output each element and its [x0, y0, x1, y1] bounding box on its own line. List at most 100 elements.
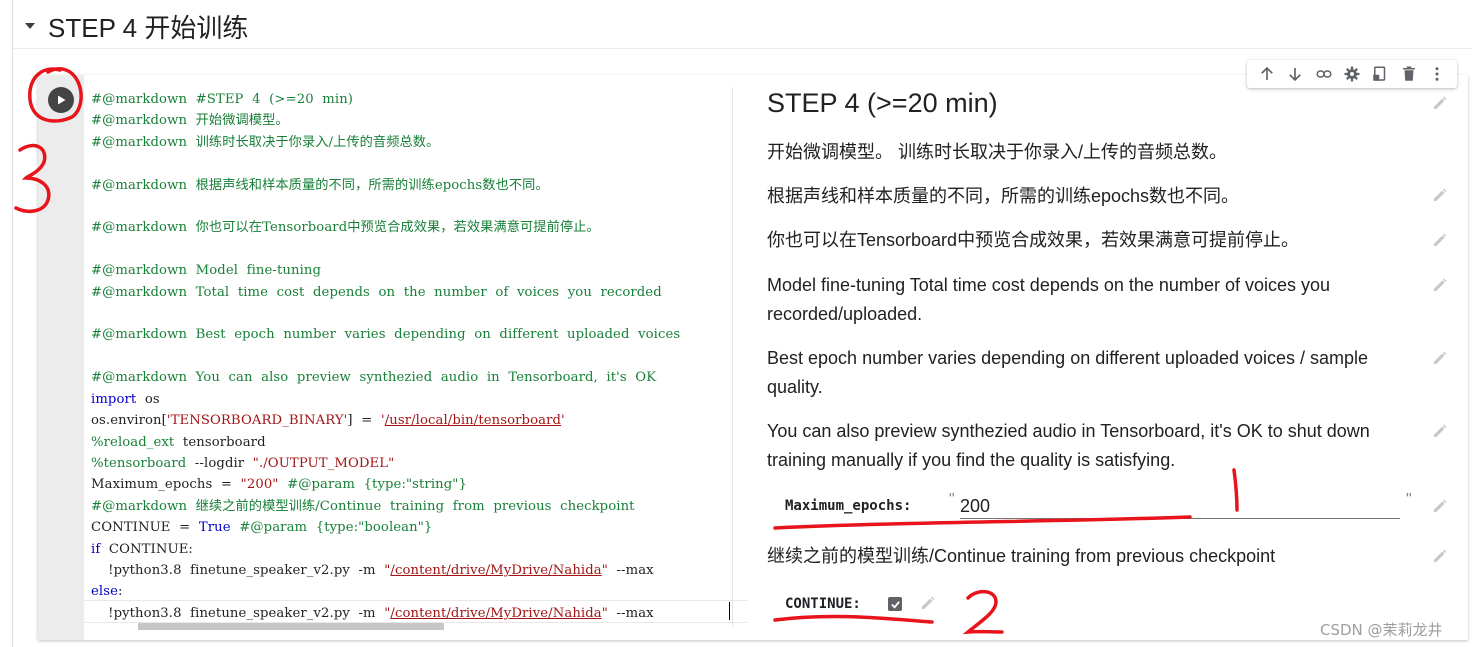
code-token: #@markdown 训练时长取决于你录入/上传的音频总数。	[91, 134, 440, 150]
code-line: %reload_ext tensorboard	[91, 432, 680, 453]
code-line: #@markdown 训练时长取决于你录入/上传的音频总数。	[91, 132, 680, 153]
code-token: #@markdown 你也可以在Tensorboard中预览合成效果，若效果满意…	[91, 220, 600, 236]
code-token: #@markdown Model fine-tuning	[91, 263, 322, 279]
code-line: #@markdown Model fine-tuning	[91, 260, 680, 281]
mirror-cell-icon	[1373, 66, 1386, 81]
text-cursor	[729, 602, 730, 620]
edit-button[interactable]	[1429, 274, 1451, 296]
code-token: else	[91, 584, 118, 600]
more-actions-button[interactable]	[1426, 63, 1448, 85]
continue-checkbox[interactable]	[888, 597, 902, 611]
code-token: !python3.8 finetune_speaker_v2.py -m	[91, 562, 385, 578]
code-token: os.environ[	[91, 413, 167, 429]
edit-button[interactable]	[917, 592, 939, 614]
watermark: CSDN @茉莉龙井	[1320, 621, 1443, 639]
code-line: import os	[91, 389, 680, 410]
trash-icon	[1402, 66, 1415, 81]
delete-cell-button[interactable]	[1398, 63, 1420, 85]
code-token: tensorboard	[174, 434, 266, 450]
code-line: !python3.8 finetune_speaker_v2.py -m "/c…	[91, 603, 680, 624]
editor-form-divider[interactable]	[732, 87, 733, 627]
settings-button[interactable]	[1341, 63, 1363, 85]
code-token: 'TENSORBOARD_BINARY'	[166, 413, 348, 429]
play-icon	[58, 95, 66, 105]
form-title: STEP 4 (>=20 min)	[767, 88, 998, 118]
max-epochs-input[interactable]	[960, 494, 1400, 519]
cell-gutter	[38, 75, 84, 640]
edit-button[interactable]	[1429, 495, 1451, 517]
form-pane: STEP 4 (>=20 min) 开始微调模型。 训练时长取决于你录入/上传的…	[767, 0, 1457, 647]
code-line: %tensorboard --logdir "./OUTPUT_MODEL"	[91, 453, 680, 474]
arrow-down-icon	[1289, 68, 1302, 82]
form-paragraph: Best epoch number varies depending on di…	[767, 348, 1369, 397]
section-header: STEP 4 开始训练	[20, 8, 248, 44]
code-token: #@param {type:"boolean"}	[230, 520, 433, 536]
code-line: #@markdown Total time cost depends on th…	[91, 282, 680, 303]
pencil-icon	[1434, 549, 1447, 562]
code-line: if CONTINUE:	[91, 539, 680, 560]
code-token: #@markdown Total time cost depends on th…	[91, 284, 662, 300]
code-text: #@markdown #STEP 4 (>=20 min) #@markdown …	[91, 89, 680, 624]
code-token: /usr/local/bin/tensorboard	[384, 413, 562, 429]
code-token: --max	[607, 562, 654, 578]
max-epochs-label: Maximum_epochs:	[785, 498, 912, 514]
code-token: #@markdown Best epoch number varies depe…	[91, 327, 681, 343]
code-token: CONTINUE =	[91, 520, 199, 536]
code-line: #@markdown 根据声线和样本质量的不同，所需的训练epochs数也不同。	[91, 175, 680, 196]
code-line: CONTINUE = True #@param {type:"boolean"}	[91, 517, 680, 538]
form-paragraph: 你也可以在Tensorboard中预览合成效果，若效果满意可提前停止。	[767, 230, 1300, 250]
code-token: :	[118, 584, 123, 600]
code-line: #@markdown 你也可以在Tensorboard中预览合成效果，若效果满意…	[91, 217, 680, 238]
edit-button[interactable]	[1429, 420, 1451, 442]
arrow-up-icon	[1261, 66, 1273, 80]
quote-close: "	[1406, 491, 1412, 508]
code-line: os.environ['TENSORBOARD_BINARY'] = '/usr…	[91, 410, 680, 431]
code-token: /content/drive/MyDrive/Nahida	[390, 605, 602, 621]
code-line: #@markdown Best epoch number varies depe…	[91, 324, 680, 345]
pencil-icon	[1434, 499, 1447, 512]
code-line: #@markdown You can also preview synthezi…	[91, 367, 680, 388]
edit-button[interactable]	[1429, 92, 1451, 114]
edit-button[interactable]	[1429, 184, 1451, 206]
quote-open: "	[949, 491, 955, 508]
move-down-button[interactable]	[1284, 63, 1306, 85]
code-token: %reload_ext	[91, 434, 175, 450]
code-line: #@markdown 开始微调模型。	[91, 110, 680, 131]
code-token: import	[91, 391, 137, 407]
code-token: /content/drive/MyDrive/Nahida	[390, 562, 602, 578]
code-token: ] =	[347, 413, 381, 429]
code-token: Maximum_epochs =	[91, 477, 241, 493]
code-token: !python3.8 finetune_speaker_v2.py -m	[91, 605, 385, 621]
form-paragraph: Model fine-tuning Total time cost depend…	[767, 275, 1331, 324]
collapse-toggle[interactable]	[20, 16, 40, 36]
edit-button[interactable]	[1429, 229, 1451, 251]
code-token: #@param {type:"string"}	[278, 477, 467, 493]
link-icon	[1316, 70, 1332, 78]
code-token: --logdir	[186, 455, 253, 471]
code-line: !python3.8 finetune_speaker_v2.py -m "/c…	[91, 560, 680, 581]
pencil-icon	[1434, 96, 1447, 109]
code-editor[interactable]: #@markdown #STEP 4 (>=20 min) #@markdown …	[84, 75, 748, 640]
code-token: os	[136, 391, 160, 407]
pencil-icon	[1434, 424, 1447, 437]
mirror-cell-button[interactable]	[1369, 63, 1391, 85]
code-token: "./OUTPUT_MODEL"	[252, 455, 395, 471]
code-token: True	[198, 520, 231, 536]
edit-button[interactable]	[1429, 545, 1451, 567]
run-cell-button[interactable]	[48, 87, 74, 113]
horizontal-scrollbar[interactable]	[138, 623, 444, 630]
copy-link-button[interactable]	[1313, 63, 1335, 85]
edit-button[interactable]	[1429, 347, 1451, 369]
gear-icon	[1344, 66, 1360, 82]
code-token: #@markdown You can also preview synthezi…	[91, 370, 657, 386]
check-icon	[890, 600, 900, 609]
pencil-icon	[1434, 351, 1447, 364]
move-up-button[interactable]	[1256, 63, 1278, 85]
pencil-icon	[1434, 233, 1447, 246]
code-token: --max	[607, 605, 654, 621]
code-line: #@markdown 继续之前的模型训练/Continue training f…	[91, 496, 680, 517]
pencil-icon	[1434, 278, 1447, 291]
code-token: #@markdown 继续之前的模型训练/Continue training f…	[91, 498, 635, 514]
